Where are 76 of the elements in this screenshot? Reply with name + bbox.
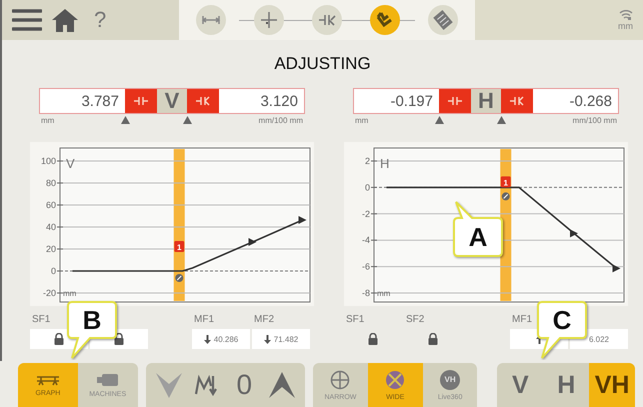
axis-tick-label: -20 xyxy=(42,288,56,298)
help-button[interactable]: ? xyxy=(94,7,106,33)
axis-tick-label: -8 xyxy=(362,288,370,298)
unit-label: mm xyxy=(355,116,368,124)
axis-tick-label: 20 xyxy=(46,244,56,254)
axis-tick-label: -6 xyxy=(362,262,370,272)
up-chevron-icon xyxy=(268,371,296,399)
axis-tab[interactable]: H xyxy=(543,363,590,407)
axis-tick-label: 80 xyxy=(46,178,56,188)
axis-label: V xyxy=(157,89,187,113)
axis-tick-label: 40 xyxy=(46,222,56,232)
foot-marker xyxy=(248,238,256,246)
down-arrow-icon xyxy=(264,334,271,344)
beam-icon xyxy=(36,374,60,386)
callout-label: A xyxy=(468,224,488,250)
crosshair-icon xyxy=(259,10,279,30)
axis-tick-label: 0 xyxy=(50,266,56,276)
foot-label: MF1 xyxy=(512,314,532,325)
warning-icon xyxy=(182,116,192,124)
foot-marker xyxy=(612,264,620,272)
step-button[interactable] xyxy=(428,5,458,35)
screen-title: ADJUSTING xyxy=(274,54,371,74)
badge: 1 xyxy=(174,241,184,252)
foot-value: 6.022 xyxy=(588,334,610,344)
callout-bubble xyxy=(453,201,503,257)
down-arrow-icon xyxy=(204,334,211,344)
foot-label: MF1 xyxy=(194,314,214,325)
foot-marker xyxy=(298,216,306,224)
step-button[interactable] xyxy=(370,5,400,35)
units-label: mm xyxy=(618,21,633,31)
warning-icon xyxy=(496,116,506,124)
unit-label: mm xyxy=(377,289,390,298)
foot-label: MF2 xyxy=(254,314,274,325)
foot-label: SF2 xyxy=(406,314,424,325)
axis-tick-label: -2 xyxy=(362,208,370,219)
coupling-icon xyxy=(447,96,463,106)
axis-tick-label: 2 xyxy=(364,156,370,166)
menu-icon[interactable] xyxy=(12,8,42,32)
coupling-icon xyxy=(509,96,525,106)
axis-label: H xyxy=(471,89,501,113)
unit-label: mm xyxy=(41,116,54,124)
axis-tab[interactable]: VH xyxy=(589,363,635,407)
callout-label: C xyxy=(552,307,572,333)
unit-label: mm xyxy=(63,289,76,298)
callout-label: B xyxy=(82,307,102,333)
axis-tick-label: 60 xyxy=(46,200,56,210)
step-button[interactable] xyxy=(312,5,342,35)
plot-title: H xyxy=(380,156,390,171)
foot-value: 40.286 xyxy=(214,334,238,344)
shim-icon xyxy=(194,372,218,398)
step-button[interactable] xyxy=(254,5,284,35)
axis-tick-label: -4 xyxy=(362,235,370,246)
coupling-icon xyxy=(502,192,510,200)
live-icon: VH xyxy=(440,370,460,390)
coupling-icon xyxy=(133,96,149,106)
coupling-icon xyxy=(195,96,211,106)
crosshair-icon xyxy=(330,370,350,390)
plot-title: V xyxy=(66,156,75,171)
axis-tick-label: 100 xyxy=(40,156,56,166)
foot-marker xyxy=(570,229,578,238)
document-icon xyxy=(433,10,453,30)
home-icon[interactable] xyxy=(50,7,80,33)
axis-tick-label: 0 xyxy=(364,182,370,192)
down-chevron-icon xyxy=(154,371,182,399)
unit-label: mm/100 mm xyxy=(572,116,617,124)
foot-value: 71.482 xyxy=(274,334,298,344)
x-circle-icon xyxy=(385,370,406,390)
wifi-icon xyxy=(619,9,633,21)
unit-label: mm/100 mm xyxy=(258,116,303,124)
foot-label: SF1 xyxy=(32,314,50,325)
coupling-icon xyxy=(175,274,184,282)
warning-icon xyxy=(434,116,444,124)
foot-label: SF1 xyxy=(346,314,364,325)
machine-icon xyxy=(96,372,120,386)
axis-tab[interactable]: V xyxy=(497,363,544,407)
warning-icon xyxy=(120,116,130,124)
